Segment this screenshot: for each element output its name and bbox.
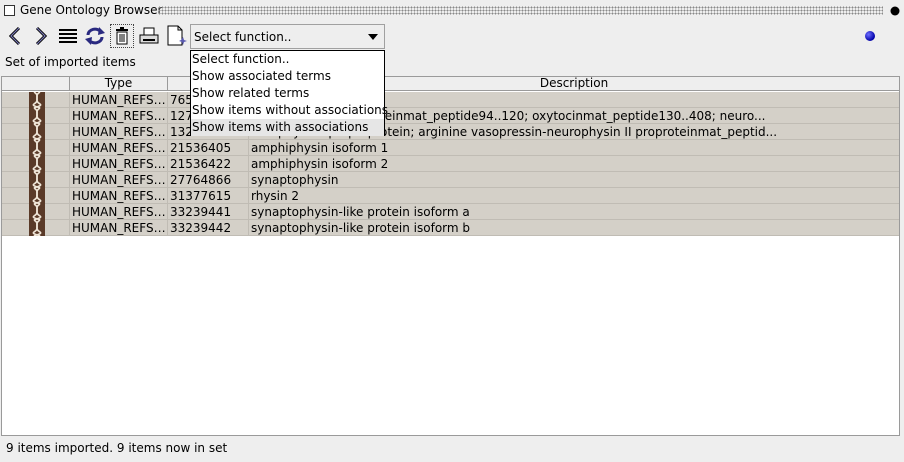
row-icon-cell	[2, 172, 70, 188]
function-select-value: Select function..	[194, 30, 292, 44]
dna-icon	[29, 172, 45, 188]
forward-button[interactable]	[29, 24, 53, 48]
row-id: 27764866	[168, 172, 249, 188]
dna-icon	[29, 108, 45, 124]
column-header-icon[interactable]	[2, 77, 70, 91]
dropdown-option[interactable]: Show items without associations	[191, 102, 388, 119]
row-description: amphiphysin isoform 2	[251, 157, 389, 171]
row-icon-cell	[2, 188, 70, 204]
row-icon-cell	[2, 140, 70, 156]
table-row[interactable]: HUMAN_REFSEQ 27764866 synaptophysin	[2, 172, 899, 188]
list-button[interactable]	[56, 24, 80, 48]
row-icon-cell	[2, 92, 70, 108]
forward-icon	[35, 26, 48, 46]
table-row[interactable]: HUMAN_REFSEQ 132 europhysin IIpreproprotei…	[2, 124, 899, 140]
dropdown-option[interactable]: Show associated terms	[191, 68, 384, 85]
table-row[interactable]: HUMAN_REFSEQ 21536422 amphiphysin isoform …	[2, 156, 899, 172]
row-icon-cell	[2, 204, 70, 220]
function-select[interactable]: Select function..	[190, 24, 385, 49]
dna-icon	[29, 188, 45, 204]
title-bar: Gene Ontology Browser	[0, 0, 904, 22]
row-type: HUMAN_REFSEQ	[72, 92, 168, 108]
back-icon	[8, 26, 21, 46]
trash-icon	[116, 27, 128, 45]
window-menu-icon[interactable]	[4, 5, 15, 16]
dropdown-option[interactable]: Show items with associations	[191, 119, 384, 136]
row-description: synaptophysin-like protein isoform b	[251, 221, 471, 235]
delete-button[interactable]	[110, 24, 134, 48]
row-id: 33239441	[168, 204, 249, 220]
refresh-button[interactable]	[83, 24, 107, 48]
dropdown-option[interactable]: Show related terms	[191, 85, 384, 102]
row-type: HUMAN_REFSEQ	[72, 188, 168, 204]
row-id: 21536405	[168, 140, 249, 156]
row-id: 33239442	[168, 220, 249, 236]
close-icon[interactable]	[888, 4, 902, 18]
dna-icon	[29, 140, 45, 156]
row-type: HUMAN_REFSEQ	[72, 204, 168, 220]
function-dropdown-list: Select function.. Show associated terms Sh…	[190, 50, 388, 136]
table-row[interactable]: HUMAN_REFSEQ 33239441 synaptophysin-like p…	[2, 204, 899, 220]
back-button[interactable]	[3, 24, 27, 48]
table-row[interactable]: HUMAN_REFSEQ 127 preproprotein; proprotein…	[2, 108, 899, 124]
table-body: HUMAN_REFSEQ765psplasia, lateHUMAN_REFSE…	[2, 92, 899, 236]
table-row[interactable]: HUMAN_REFSEQ765psplasia, late	[2, 92, 899, 108]
status-bar-text: 9 items imported. 9 items now in set	[6, 441, 228, 455]
table-row[interactable]: HUMAN_REFSEQ 21536405 amphiphysin isoform …	[2, 140, 899, 156]
set-label: Set of imported items	[5, 55, 136, 69]
row-description: rhysin 2	[251, 189, 300, 203]
table-row[interactable]: HUMAN_REFSEQ 31377615 rhysin 2	[2, 188, 899, 204]
dna-icon	[29, 92, 45, 108]
new-document-button[interactable]	[164, 24, 188, 48]
items-table: Type Description HUMAN_REFSEQ765psplasia…	[1, 76, 900, 436]
dna-icon	[29, 204, 45, 220]
row-description: amphiphysin isoform 1	[251, 141, 389, 155]
row-type: HUMAN_REFSEQ	[72, 108, 168, 124]
row-id: 21536422	[168, 156, 249, 172]
dna-icon	[29, 220, 45, 236]
table-header: Type Description	[2, 77, 899, 91]
status-indicator-icon	[865, 31, 875, 41]
row-icon-cell	[2, 156, 70, 172]
row-description: synaptophysin	[251, 173, 339, 187]
row-type: HUMAN_REFSEQ	[72, 156, 168, 172]
column-header-type[interactable]: Type	[70, 77, 168, 91]
new-document-icon	[167, 25, 187, 46]
refresh-icon	[85, 27, 105, 45]
dna-icon	[29, 124, 45, 140]
list-icon	[59, 29, 77, 43]
row-type: HUMAN_REFSEQ	[72, 172, 168, 188]
row-icon-cell	[2, 108, 70, 124]
row-icon-cell	[2, 220, 70, 236]
print-icon	[139, 27, 159, 44]
row-description: synaptophysin-like protein isoform a	[251, 205, 470, 219]
table-row[interactable]: HUMAN_REFSEQ 33239442 synaptophysin-like p…	[2, 220, 899, 236]
row-type: HUMAN_REFSEQ	[72, 220, 168, 236]
window-title: Gene Ontology Browser	[20, 3, 163, 17]
title-bar-grip[interactable]	[158, 6, 883, 15]
dropdown-option[interactable]: Select function..	[191, 51, 384, 68]
print-button[interactable]	[137, 24, 161, 48]
dna-icon	[29, 156, 45, 172]
row-id: 31377615	[168, 188, 249, 204]
row-type: HUMAN_REFSEQ	[72, 140, 168, 156]
row-type: HUMAN_REFSEQ	[72, 124, 168, 140]
row-icon-cell	[2, 124, 70, 140]
chevron-down-icon[interactable]	[368, 34, 378, 40]
